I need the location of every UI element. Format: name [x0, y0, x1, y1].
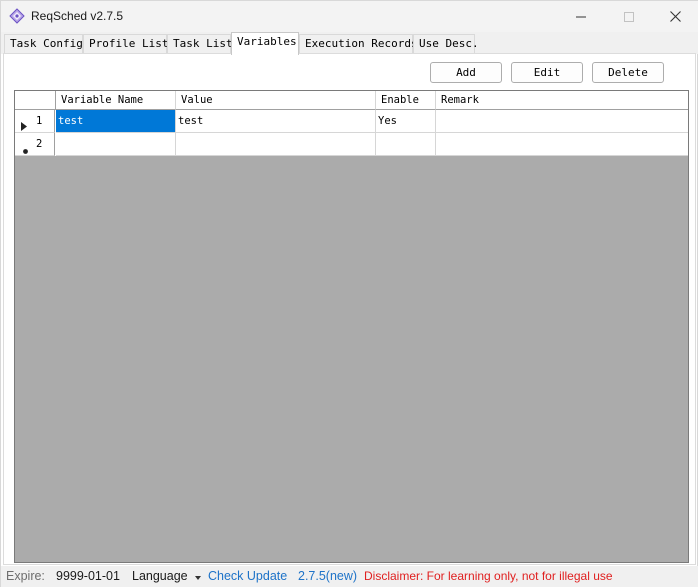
close-icon: [669, 11, 681, 22]
cell-enable[interactable]: [376, 133, 436, 156]
tab-task-config[interactable]: Task Config: [4, 34, 83, 54]
tab-execution-records[interactable]: Execution Records: [299, 34, 418, 54]
row-header[interactable]: 1: [15, 110, 55, 133]
edit-button[interactable]: Edit: [511, 62, 583, 83]
cell-variable-name[interactable]: [56, 133, 176, 156]
cell-variable-name[interactable]: test: [56, 110, 176, 133]
cell-remark[interactable]: [436, 133, 688, 156]
tab-task-list[interactable]: Task List: [167, 34, 233, 54]
disclaimer-text: Disclaimer: For learning only, not for i…: [364, 569, 613, 583]
grid-corner-cell[interactable]: [15, 91, 56, 110]
expire-value: 9999-01-01: [56, 569, 120, 583]
cell-enable[interactable]: Yes: [376, 110, 436, 133]
column-header-enable[interactable]: Enable: [376, 91, 436, 110]
app-window: ReqSched v2.7.5 Task Config Profile List…: [0, 0, 698, 587]
tab-variables[interactable]: Variables: [231, 32, 299, 55]
table-row[interactable]: 1 test test Yes: [15, 110, 688, 133]
maximize-button[interactable]: [606, 1, 652, 32]
title-bar[interactable]: ReqSched v2.7.5: [1, 1, 698, 32]
variables-grid[interactable]: Variable Name Value Enable Remark 1 test…: [14, 90, 689, 563]
new-row-star-icon: [22, 141, 29, 163]
maximize-icon: [624, 11, 634, 22]
close-button[interactable]: [652, 1, 698, 32]
column-header-value[interactable]: Value: [176, 91, 376, 110]
check-update-link[interactable]: Check Update: [208, 566, 287, 587]
column-header-remark[interactable]: Remark: [436, 91, 688, 110]
grid-header: Variable Name Value Enable Remark: [15, 91, 688, 110]
cell-value[interactable]: [176, 133, 376, 156]
add-button[interactable]: Add: [430, 62, 502, 83]
status-bar: Expire: 9999-01-01 Language Check Update…: [1, 566, 698, 587]
cell-value[interactable]: test: [176, 110, 376, 133]
minimize-icon: [576, 12, 586, 22]
row-number: 1: [36, 115, 43, 127]
chevron-down-icon[interactable]: [195, 566, 201, 587]
window-title: ReqSched v2.7.5: [31, 9, 124, 23]
minimize-button[interactable]: [558, 1, 604, 32]
cell-remark[interactable]: [436, 110, 688, 133]
app-diamond-icon: [9, 8, 25, 24]
row-header[interactable]: 2: [15, 133, 55, 156]
expire-label: Expire:: [6, 569, 45, 583]
new-version-link[interactable]: 2.7.5(new): [298, 566, 357, 587]
variables-panel: Add Edit Delete Variable Name Value Enab…: [3, 53, 696, 565]
table-row[interactable]: 2: [15, 133, 688, 156]
column-header-variable-name[interactable]: Variable Name: [56, 91, 176, 110]
tab-profile-list[interactable]: Profile List: [83, 34, 168, 54]
language-dropdown[interactable]: Language: [132, 566, 188, 587]
tab-use-desc[interactable]: Use Desc.: [413, 34, 479, 54]
row-number: 2: [36, 138, 43, 150]
tab-strip: Task Config Profile List Task List Varia…: [1, 32, 698, 55]
delete-button[interactable]: Delete: [592, 62, 664, 83]
